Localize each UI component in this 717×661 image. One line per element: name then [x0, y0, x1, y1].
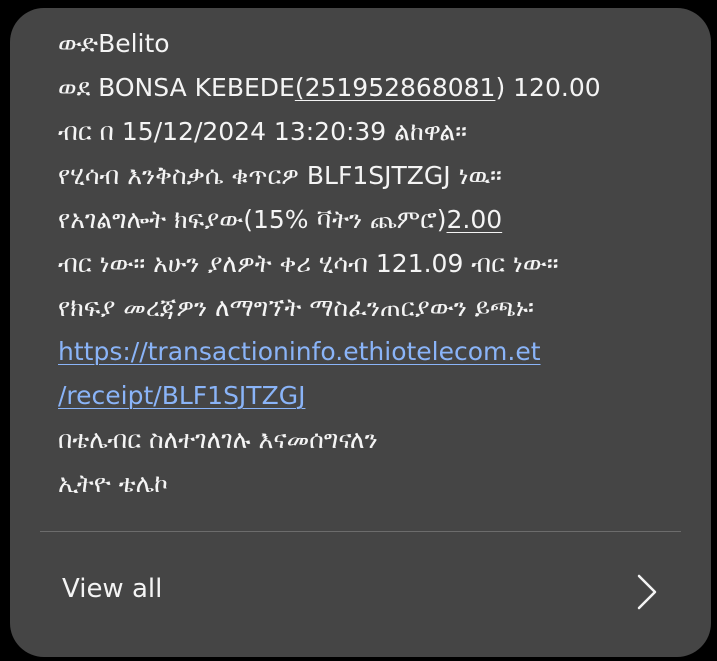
view-all-button[interactable]: View all: [62, 574, 162, 604]
phone-number-link[interactable]: (251952868081: [295, 73, 496, 102]
message-line: ውድBelito: [58, 29, 170, 58]
chevron-right-icon[interactable]: [635, 572, 659, 612]
view-all-row[interactable]: View all: [10, 532, 711, 652]
amount-text: ) 120.00: [495, 73, 601, 102]
message-line: የሂሳብ እንቅስቃሴ ቁጥርዎ BLF1SJTZGJ ነዉ።: [58, 161, 502, 190]
recipient-text: ወደ BONSA KEBEDE: [58, 73, 295, 102]
message-line: ብር ነው። አሁን ያለዎት ቀሪ ሂሳብ 121.09 ብር ነው።: [58, 249, 559, 278]
message-line: የአገልግሎት ክፍያው(15% ቫትን ጨምሮ)2.00: [58, 198, 691, 242]
fee-label-text: የአገልግሎት ክፍያው(15% ቫትን ጨምሮ): [58, 205, 447, 234]
message-line: ብር በ 15/12/2024 13:20:39 ልከዋል።: [58, 117, 467, 146]
fee-amount-link[interactable]: 2.00: [447, 205, 503, 234]
receipt-link[interactable]: https://transactioninfo.ethiotelecom.et: [58, 330, 691, 374]
message-card: ውድBelito ወደ BONSA KEBEDE(251952868081) 1…: [10, 8, 711, 657]
message-line: የክፍያ መረጃዎን ለማግኘት ማስፈንጠርያውን ይጫኑ፡: [58, 293, 534, 322]
message-line: በቴሌብር ስለተገለገሉ እናመሰግናለን: [58, 425, 378, 454]
receipt-link-continued[interactable]: /receipt/BLF1SJTZGJ: [58, 374, 691, 418]
message-line: ወደ BONSA KEBEDE(251952868081) 120.00: [58, 66, 691, 110]
message-body: ውድBelito ወደ BONSA KEBEDE(251952868081) 1…: [58, 22, 691, 506]
message-line: ኢትዮ ቴሌኮ: [58, 469, 168, 498]
